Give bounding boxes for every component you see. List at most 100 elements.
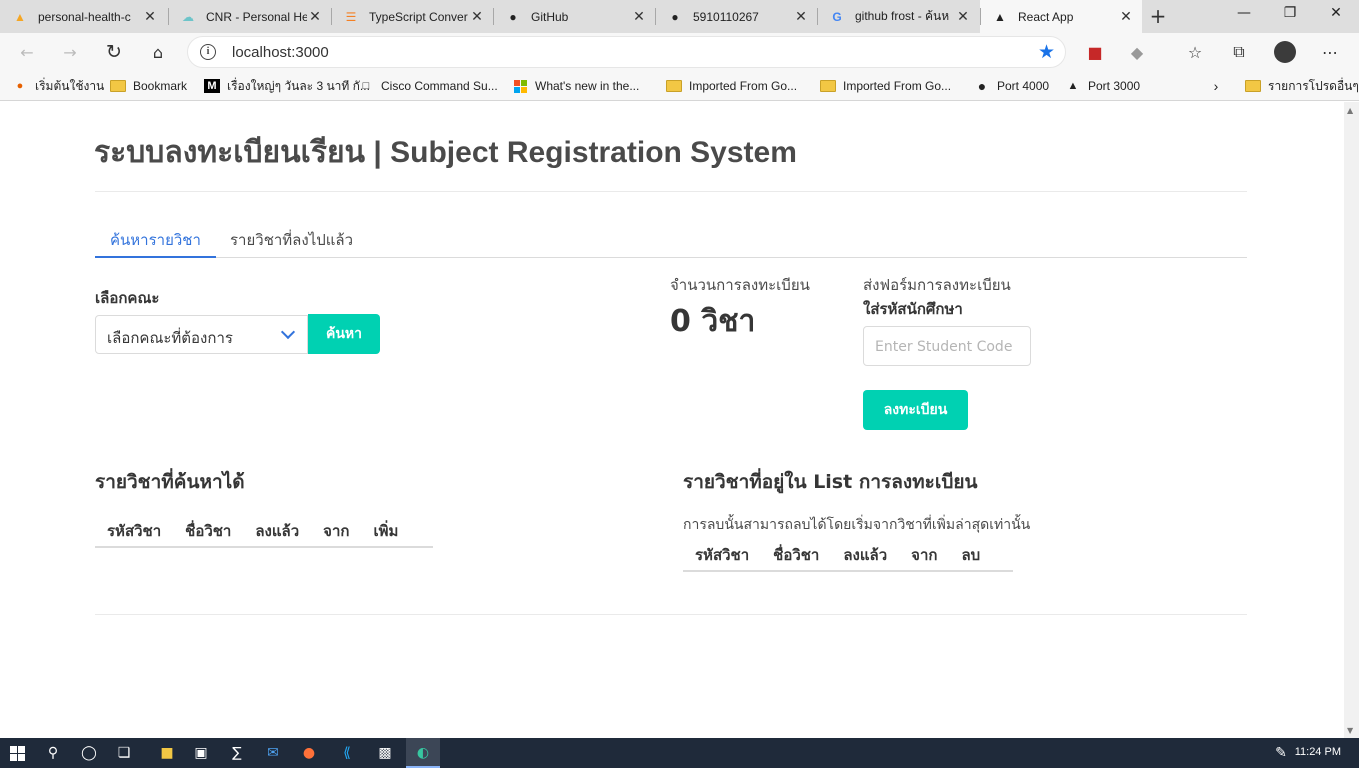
browser-tab[interactable]: ☁ CNR - Personal He ✕ [168, 0, 331, 33]
faculty-select[interactable]: เลือกคณะที่ต้องการ [95, 315, 308, 354]
register-list-title: รายวิชาที่อยู่ใน List การลงทะเบียน [683, 471, 978, 493]
scroll-up-icon[interactable]: ▲ [1347, 106, 1353, 115]
task-view-icon[interactable]: ❏ [107, 738, 141, 768]
chevron-down-icon [280, 324, 296, 340]
search-results-table-header: รหัสวิชา ชื่อวิชา ลงแล้ว จาก เพิ่ม [95, 518, 433, 548]
google-icon: G [832, 9, 842, 24]
bookmark-item[interactable]: What's new in the... [512, 76, 639, 96]
bookmark-item[interactable]: Bookmark [110, 76, 187, 96]
browser-tab[interactable]: ▲ personal-health-c ✕ [0, 0, 166, 33]
vscode-icon[interactable]: ⟪ [330, 738, 364, 768]
terminal-icon[interactable]: ∑ [220, 738, 254, 768]
bookmark-item[interactable]: ▲ Port 3000 [1065, 76, 1141, 96]
close-tab-icon[interactable]: ✕ [793, 8, 809, 25]
minimize-button[interactable]: — [1221, 0, 1267, 28]
browser-tab[interactable]: ● 5910110267 ✕ [655, 0, 817, 33]
bookmark-item[interactable]: M เรื่องใหญ่ๆ วันละ 3 นาที กั... [204, 76, 370, 96]
close-tab-icon[interactable]: ✕ [1118, 8, 1134, 25]
favorites-icon[interactable]: ☆ [1182, 39, 1208, 65]
divider [95, 191, 1247, 192]
registration-count-value: 0 วิชา [670, 304, 756, 339]
more-menu-icon[interactable]: ⋯ [1317, 39, 1343, 65]
pen-icon[interactable]: ✎ [1264, 738, 1298, 768]
mail-icon[interactable]: ✉ [256, 738, 290, 768]
bookmark-item[interactable]: ● Port 4000 [974, 76, 1049, 96]
home-icon[interactable]: ⌂ [145, 39, 171, 65]
info-icon[interactable]: i [200, 44, 216, 60]
github-icon: ● [671, 9, 679, 24]
register-button[interactable]: ลงทะเบียน [863, 390, 968, 430]
store-icon[interactable]: ▣ [184, 738, 218, 768]
column-header: ชื่อวิชา [185, 522, 232, 540]
page-content: ระบบลงทะเบียนเรียน | Subject Registratio… [0, 102, 1344, 738]
tab-search-subjects[interactable]: ค้นหารายวิชา [95, 218, 216, 258]
student-code-label: ใส่รหัสนักศึกษา [863, 300, 963, 318]
back-icon[interactable]: ← [14, 39, 40, 65]
browser-tab-active[interactable]: ▲ React App ✕ [980, 0, 1142, 33]
new-tab-button[interactable]: + [1146, 4, 1170, 28]
search-results-title: รายวิชาที่ค้นหาได้ [95, 471, 245, 493]
tab-registered-subjects[interactable]: รายวิชาที่ลงไปแล้ว [215, 218, 368, 258]
bookmark-item[interactable]: รายการโปรดอื่นๆ [1245, 76, 1359, 96]
folder-icon [666, 79, 682, 93]
search-button[interactable]: ค้นหา [308, 314, 380, 354]
close-tab-icon[interactable]: ✕ [307, 8, 323, 25]
student-code-input[interactable]: Enter Student Code [863, 326, 1031, 366]
shield-icon[interactable]: ◆ [1124, 39, 1150, 65]
browser-toolbar: ← → ↻ ⌂ i localhost:3000 ★ ■ ◆ ☆ ⧉ ⋯ [0, 33, 1359, 71]
firefox-icon[interactable]: ● [292, 738, 326, 768]
address-bar[interactable]: i localhost:3000 ★ [187, 36, 1066, 68]
bookmark-item[interactable]: Imported From Go... [666, 76, 797, 96]
restore-button[interactable]: ❐ [1267, 0, 1313, 28]
forward-icon[interactable]: → [57, 39, 83, 65]
search-icon[interactable]: ⚲ [36, 738, 70, 768]
edge-icon[interactable]: ◐ [406, 738, 440, 768]
bookmarks-overflow-icon[interactable]: › [1208, 76, 1231, 96]
page-icon: □ [362, 80, 370, 92]
page-title: ระบบลงทะเบียนเรียน | Subject Registratio… [94, 136, 797, 169]
cortana-icon[interactable]: ◯ [72, 738, 106, 768]
scroll-down-icon[interactable]: ▼ [1347, 726, 1353, 735]
browser-tab[interactable]: ● GitHub ✕ [493, 0, 655, 33]
page-tabs: ค้นหารายวิชา รายวิชาที่ลงไปแล้ว [95, 218, 1247, 258]
column-header: จาก [911, 546, 938, 564]
close-window-button[interactable]: ✕ [1313, 0, 1359, 28]
browser-tab[interactable]: G github frost - ค้นห ✕ [817, 0, 979, 33]
bookmark-item[interactable]: Imported From Go... [820, 76, 951, 96]
collections-icon[interactable]: ⧉ [1226, 39, 1252, 65]
cmd-icon[interactable]: ▩ [368, 738, 402, 768]
avatar[interactable] [1272, 39, 1298, 65]
folder-icon [820, 79, 836, 93]
clock[interactable]: 11:24 PM [1295, 746, 1341, 758]
close-tab-icon[interactable]: ✕ [631, 8, 647, 25]
student-code-placeholder: Enter Student Code [875, 339, 1013, 355]
url-text[interactable]: localhost:3000 [232, 44, 329, 61]
column-header: ชื่อวิชา [773, 546, 820, 564]
close-tab-icon[interactable]: ✕ [955, 8, 971, 25]
firefox-icon: ● [16, 80, 24, 92]
windows-taskbar: ⚲ ◯ ❏ ■ ▣ ∑ ✉ ● ⟪ ▩ ◐ ✎ 11:24 PM [0, 738, 1359, 768]
bookmark-item[interactable]: ● เริ่มต้นใช้งาน [12, 76, 105, 96]
delete-note: การลบนั้นสามารถลบได้โดยเริ่มจากวิชาที่เพ… [683, 517, 1031, 533]
column-header: เพิ่ม [373, 522, 399, 540]
bookmark-item[interactable]: □ Cisco Command Su... [358, 76, 498, 96]
column-header: ลงแล้ว [255, 522, 300, 540]
vertical-scrollbar[interactable]: ▲ ▼ [1344, 102, 1359, 738]
faculty-select-value: เลือกคณะที่ต้องการ [107, 329, 233, 347]
column-header: จาก [323, 522, 350, 540]
triangle-icon: ▲ [1067, 80, 1079, 92]
browser-tab[interactable]: ☰ TypeScript Conver ✕ [331, 0, 493, 33]
close-tab-icon[interactable]: ✕ [142, 8, 158, 25]
triangle-icon: ▲ [994, 9, 1006, 24]
start-icon[interactable] [0, 738, 34, 768]
submit-form-label: ส่งฟอร์มการลงทะเบียน [863, 276, 1011, 294]
folder-icon [110, 79, 126, 93]
favorite-star-icon[interactable]: ★ [1038, 41, 1055, 63]
firebase-icon: ▲ [14, 9, 26, 24]
bookmarks-bar: ● เริ่มต้นใช้งาน Bookmark M เรื่องใหญ่ๆ วั… [0, 71, 1359, 101]
extension-icon[interactable]: ■ [1082, 39, 1108, 65]
file-explorer-icon[interactable]: ■ [150, 738, 184, 768]
close-tab-icon[interactable]: ✕ [469, 8, 485, 25]
stackoverflow-icon: ☰ [345, 9, 357, 24]
refresh-icon[interactable]: ↻ [101, 39, 127, 65]
